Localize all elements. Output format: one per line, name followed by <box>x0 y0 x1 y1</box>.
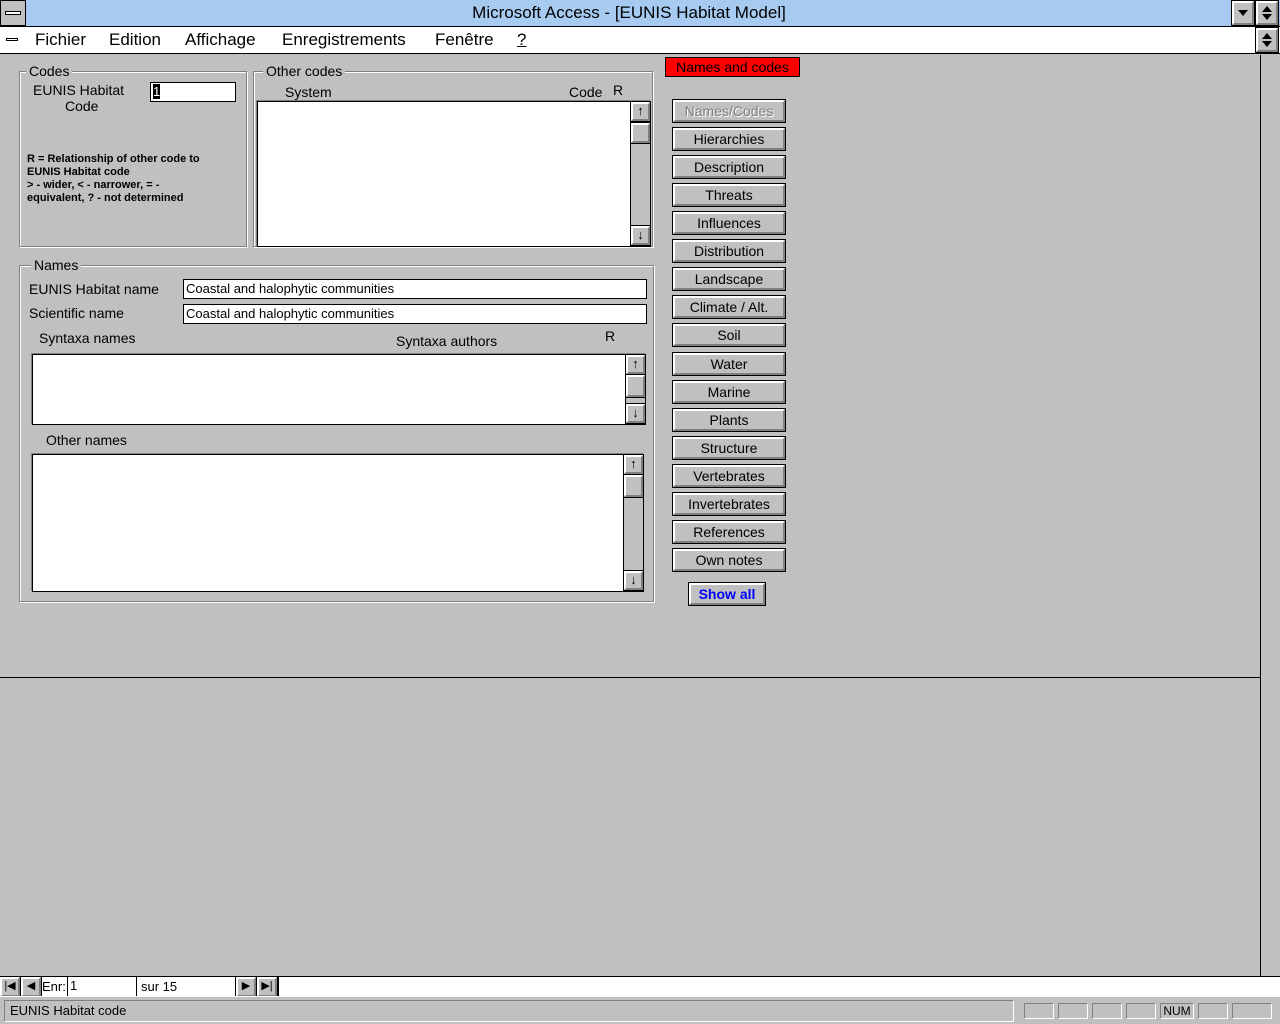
scroll-thumb[interactable] <box>625 374 646 398</box>
arrow-up-icon[interactable]: ↑ <box>630 101 651 122</box>
last-record-icon[interactable]: ▶| <box>256 976 278 998</box>
names-label: Names <box>31 257 82 273</box>
nav-distribution-button[interactable]: Distribution <box>672 239 786 263</box>
nav-invertebrates-button[interactable]: Invertebrates <box>672 492 786 516</box>
help-line-2: EUNIS Habitat code <box>27 166 130 178</box>
other-names-list[interactable]: ↑ ↓ <box>32 454 644 592</box>
syntaxa-authors-label: Syntaxa authors <box>396 333 498 349</box>
minimize-icon <box>1238 10 1248 16</box>
document-restore-button[interactable] <box>1255 27 1279 53</box>
arrow-down-icon[interactable]: ↓ <box>630 225 651 246</box>
arrow-down-icon[interactable]: ↓ <box>625 403 646 424</box>
form-section-divider <box>0 677 1260 678</box>
status-text: EUNIS Habitat code <box>4 1000 1014 1022</box>
minimize-button[interactable] <box>1231 0 1255 26</box>
record-nav-bar: |◀ ◀ Enr: 1 sur 15 ▶ ▶| <box>0 976 1280 998</box>
menu-fenetre[interactable]: Fenêtre <box>435 30 494 50</box>
eunis-code-field[interactable]: 1 <box>150 82 236 102</box>
status-bar: EUNIS Habitat code NUM <box>0 996 1280 1024</box>
nav-landscape-button[interactable]: Landscape <box>672 267 786 291</box>
window-title: Microsoft Access - [EUNIS Habitat Model] <box>472 3 786 22</box>
other-codes-col-system: System <box>285 84 332 100</box>
other-codes-col-r: R <box>613 82 624 98</box>
menu-fichier[interactable]: Fichier <box>35 30 86 50</box>
other-codes-scrollbar[interactable]: ↑ ↓ <box>630 101 651 246</box>
eunis-code-label-2: Code <box>65 98 99 114</box>
section-badge: Names and codes <box>665 57 800 77</box>
nav-water-button[interactable]: Water <box>672 352 786 376</box>
other-names-scrollbar[interactable]: ↑ ↓ <box>623 454 644 591</box>
arrow-up-icon[interactable]: ↑ <box>625 354 646 375</box>
doc-restore-icon <box>1262 33 1272 39</box>
record-prefix: Enr: <box>42 979 66 994</box>
menu-edition[interactable]: Edition <box>109 30 161 50</box>
nav-influences-button[interactable]: Influences <box>672 211 786 235</box>
menu-bar: Fichier Edition Affichage Enregistrement… <box>0 27 1280 54</box>
status-indicator-1 <box>1024 1003 1054 1019</box>
menu-affichage[interactable]: Affichage <box>185 30 256 50</box>
prev-record-icon[interactable]: ◀ <box>20 976 42 998</box>
scroll-thumb[interactable] <box>630 122 651 144</box>
syntaxa-r-label: R <box>605 328 616 344</box>
status-indicator-6 <box>1198 1003 1228 1019</box>
status-indicator-3 <box>1092 1003 1122 1019</box>
title-bar: Microsoft Access - [EUNIS Habitat Model] <box>0 0 1280 27</box>
menu-enregistrements[interactable]: Enregistrements <box>282 30 406 50</box>
document-menu-icon <box>6 38 18 41</box>
other-codes-col-code: Code <box>569 84 603 100</box>
menu-help[interactable]: ? <box>517 30 526 50</box>
codes-label: Codes <box>26 63 73 79</box>
syntaxa-scrollbar[interactable]: ↑ ↓ <box>625 354 646 424</box>
other-names-label: Other names <box>46 432 127 448</box>
arrow-down-icon[interactable]: ↓ <box>623 570 644 591</box>
scroll-thumb[interactable] <box>623 474 644 498</box>
eunis-name-field[interactable]: Coastal and halophytic communities <box>183 279 647 299</box>
nav-hierarchies-button[interactable]: Hierarchies <box>672 127 786 151</box>
scientific-name-field[interactable]: Coastal and halophytic communities <box>183 304 647 324</box>
restore-button[interactable] <box>1255 0 1279 26</box>
num-lock-indicator: NUM <box>1160 1003 1194 1019</box>
eunis-code-value: 1 <box>153 84 161 99</box>
status-indicator-2 <box>1058 1003 1088 1019</box>
record-nav-divider <box>278 977 279 996</box>
document-system-menu[interactable] <box>0 27 26 53</box>
restore-icon <box>1262 6 1272 12</box>
nav-marine-button[interactable]: Marine <box>672 380 786 404</box>
nav-soil-button[interactable]: Soil <box>672 323 786 347</box>
doc-restore-icon-lower <box>1262 41 1272 47</box>
nav-climate-button[interactable]: Climate / Alt. <box>672 295 786 319</box>
show-all-button[interactable]: Show all <box>688 582 766 606</box>
nav-vertebrates-button[interactable]: Vertebrates <box>672 464 786 488</box>
nav-description-button[interactable]: Description <box>672 155 786 179</box>
nav-names-codes-button[interactable]: Names/Codes <box>672 99 786 123</box>
record-number-field[interactable]: 1 <box>67 977 137 996</box>
nav-threats-button[interactable]: Threats <box>672 183 786 207</box>
scientific-name-label: Scientific name <box>29 305 124 321</box>
form-right-edge <box>1260 55 1261 976</box>
syntaxa-list[interactable]: ↑ ↓ <box>32 354 646 425</box>
help-line-1: R = Relationship of other code to <box>27 153 200 165</box>
status-indicator-4 <box>1126 1003 1156 1019</box>
next-record-icon[interactable]: ▶ <box>235 976 257 998</box>
first-record-icon[interactable]: |◀ <box>0 976 21 998</box>
nav-references-button[interactable]: References <box>672 520 786 544</box>
eunis-code-label: EUNIS Habitat <box>33 82 125 98</box>
other-codes-list[interactable]: ↑ ↓ <box>257 101 651 247</box>
restore-icon-lower <box>1262 14 1272 20</box>
relationship-help: R = Relationship of other code to EUNIS … <box>27 153 200 205</box>
status-indicator-7 <box>1232 1003 1272 1019</box>
nav-own-notes-button[interactable]: Own notes <box>672 548 786 572</box>
nav-plants-button[interactable]: Plants <box>672 408 786 432</box>
help-line-4: equivalent, ? - not determined <box>27 192 184 204</box>
nav-structure-button[interactable]: Structure <box>672 436 786 460</box>
record-total: sur 15 <box>141 979 178 994</box>
syntaxa-names-label: Syntaxa names <box>39 330 136 346</box>
eunis-name-label: EUNIS Habitat name <box>29 281 159 297</box>
arrow-up-icon[interactable]: ↑ <box>623 454 644 475</box>
help-line-3: > - wider, < - narrower, = - <box>27 179 160 191</box>
other-codes-label: Other codes <box>263 63 346 79</box>
